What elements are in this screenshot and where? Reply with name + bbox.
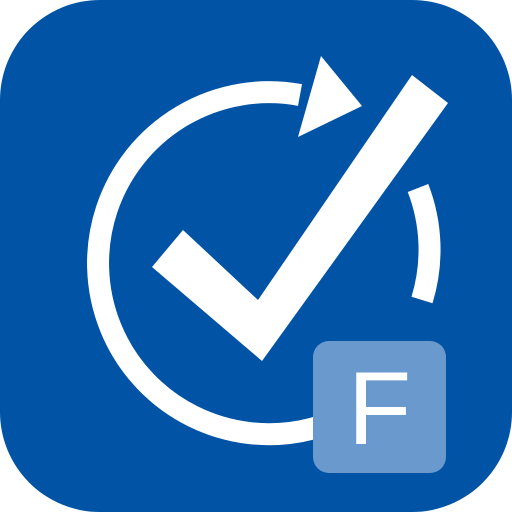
app-icon[interactable]: F	[0, 0, 512, 512]
feature-badge: F	[313, 341, 446, 473]
badge-letter: F	[347, 351, 412, 467]
